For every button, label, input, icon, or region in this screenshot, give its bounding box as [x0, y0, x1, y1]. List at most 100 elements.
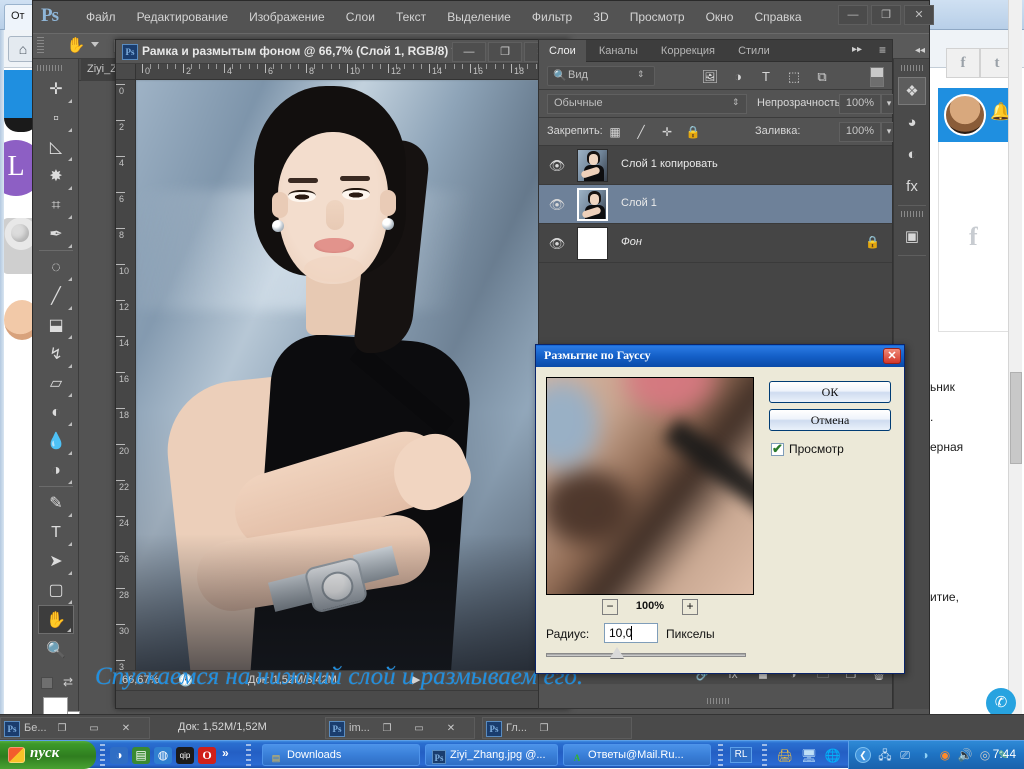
healing-brush-tool[interactable]: ◌ — [38, 253, 74, 282]
qip-quicklaunch-icon[interactable]: qip — [176, 747, 194, 764]
menu-layers[interactable]: Слои — [337, 1, 384, 33]
eraser-tool[interactable]: ▱ — [38, 369, 74, 398]
taskbar-item-photoshop[interactable]: Ps Ziyi_Zhang.jpg @... — [425, 744, 558, 766]
opera-quicklaunch-icon[interactable]: O — [198, 747, 216, 764]
dock-grip[interactable] — [901, 211, 923, 217]
table-row[interactable]: 👁 Слой 1 копировать — [539, 146, 892, 185]
tray-expand-icon[interactable]: ❮ — [855, 747, 871, 763]
restore-button[interactable]: ❐ — [372, 721, 402, 737]
shape-filter-icon[interactable]: ⬚ — [783, 68, 805, 86]
layers-dock-icon[interactable]: ❖ — [898, 77, 926, 105]
menu-help[interactable]: Справка — [746, 1, 811, 33]
language-indicator[interactable]: RL — [730, 747, 752, 763]
ps-window-strip-3[interactable]: Ps Гл... ❐ — [482, 717, 632, 739]
zoom-out-button[interactable]: − — [602, 599, 618, 615]
globe-quicklaunch-icon[interactable]: ◍ — [154, 747, 172, 764]
layer-name[interactable]: Слой 1 копировать — [621, 158, 718, 170]
type-filter-icon[interactable]: T — [755, 68, 777, 86]
pixel-filter-icon[interactable]: 🖼 — [699, 68, 721, 86]
fill-input[interactable]: 100% — [839, 122, 881, 142]
filter-toggle-switch[interactable] — [870, 67, 884, 87]
menu-select[interactable]: Выделение — [438, 1, 520, 33]
tab-styles[interactable]: Стили — [728, 40, 780, 62]
dock-collapse-icon[interactable]: ◂◂ — [915, 45, 925, 56]
swap-colors-icon[interactable]: ⇄ — [63, 675, 73, 689]
shield-tray-icon[interactable]: ◑ — [917, 747, 933, 763]
table-row[interactable]: 👁 Слой 1 — [539, 185, 892, 224]
radius-slider-thumb[interactable] — [610, 647, 624, 658]
menu-view[interactable]: Просмотр — [621, 1, 694, 33]
restore-button[interactable]: ❐ — [529, 721, 559, 737]
magic-wand-tool[interactable]: ✸ — [38, 162, 74, 191]
taskbar-separator[interactable] — [100, 744, 105, 766]
disc-tray-icon[interactable]: ◎ — [977, 747, 993, 763]
tab-channels[interactable]: Каналы — [589, 40, 648, 62]
layer-thumbnail[interactable] — [577, 149, 608, 182]
zoom-in-button[interactable]: + — [682, 599, 698, 615]
desktop-quicklaunch-icon[interactable]: ▤ — [132, 747, 150, 764]
network-tray-icon[interactable]: 🌐 — [824, 747, 842, 764]
volume-tray-icon[interactable]: 🔊 — [957, 747, 973, 763]
collapse-icon[interactable]: ▸▸ — [852, 44, 862, 55]
bell-icon[interactable]: 🔔 — [990, 102, 1011, 124]
clock[interactable]: 7:44 — [993, 747, 1016, 761]
facebook-icon[interactable]: f — [946, 48, 980, 78]
3d-dock-icon[interactable]: ▣ — [898, 223, 926, 251]
lock-position-icon[interactable]: ✛ — [657, 123, 677, 141]
menu-window[interactable]: Окно — [697, 1, 743, 33]
close-button[interactable]: ✕ — [436, 721, 466, 737]
panel-resize-area[interactable] — [539, 684, 892, 708]
blur-preview[interactable] — [546, 377, 754, 595]
layer-name[interactable]: Слой 1 — [621, 197, 657, 209]
dock-grip[interactable] — [901, 65, 923, 71]
antivirus-tray-icon[interactable]: ◉ — [937, 747, 953, 763]
hand-icon[interactable]: ✋ — [63, 37, 89, 55]
taskbar-separator[interactable] — [718, 744, 723, 766]
maximize-button[interactable]: ▭ — [404, 721, 434, 737]
path-selection-tool[interactable]: ➤ — [38, 547, 74, 576]
menu-3d[interactable]: 3D — [584, 1, 617, 33]
default-colors-icon[interactable] — [41, 677, 53, 689]
monitor-tray-icon[interactable]: ⎚ — [897, 747, 913, 763]
close-button[interactable]: ✕ — [111, 721, 141, 737]
eye-icon[interactable]: 👁 — [547, 158, 567, 174]
tab-corrections[interactable]: Коррекция — [651, 40, 725, 62]
history-brush-tool[interactable]: ↯ — [38, 340, 74, 369]
network-tray-icon[interactable]: 🖧 — [877, 747, 893, 763]
printer-tray-icon[interactable]: 🖨 — [776, 747, 794, 764]
opacity-input[interactable]: 100% — [839, 94, 881, 114]
chevron-updown-icon[interactable]: ⇕ — [732, 97, 740, 108]
close-button[interactable]: ✕ — [904, 5, 934, 25]
ps-window-strip-2[interactable]: Ps im... ❐ ▭ ✕ — [325, 717, 475, 739]
shape-tool[interactable]: ▢ — [38, 576, 74, 605]
menu-filter[interactable]: Фильтр — [523, 1, 581, 33]
browser-scrollbar[interactable] — [1008, 0, 1022, 740]
maximize-button[interactable]: ❐ — [871, 5, 901, 25]
monitor-tray-icon[interactable]: 🖥 — [800, 747, 818, 764]
smart-object-filter-icon[interactable]: ⧉ — [811, 68, 833, 86]
lock-all-icon[interactable]: 🔒 — [683, 123, 703, 141]
taskbar-item-mailru[interactable]: A Ответы@Mail.Ru... — [563, 744, 711, 766]
chevron-down-icon[interactable] — [91, 42, 99, 47]
blend-mode-select[interactable]: Обычные — [547, 94, 747, 114]
move-tool[interactable]: ✛ — [38, 75, 74, 104]
restore-button[interactable]: ❐ — [47, 721, 77, 737]
lock-transparency-icon[interactable]: ▦ — [605, 123, 625, 141]
styles-dock-icon[interactable]: fx — [898, 173, 926, 201]
ps-window-strip-1[interactable]: Ps Бе... ❐ ▭ ✕ — [0, 717, 150, 739]
lasso-tool[interactable]: ◺ — [38, 133, 74, 162]
type-tool[interactable]: T — [38, 518, 74, 547]
dodge-tool[interactable]: ◑ — [38, 456, 74, 485]
pen-tool[interactable]: ✎ — [38, 489, 74, 518]
scrollbar-thumb[interactable] — [1010, 372, 1022, 464]
document-maximize-button[interactable]: ❐ — [488, 42, 522, 62]
minimize-button[interactable]: — — [838, 5, 868, 25]
hand-tool[interactable]: ✋ — [38, 605, 74, 634]
toolbox-grip[interactable] — [37, 65, 63, 71]
layer-thumbnail[interactable] — [577, 227, 608, 260]
layer-thumbnail[interactable] — [577, 188, 608, 221]
taskbar-separator[interactable] — [246, 744, 251, 766]
crop-tool[interactable]: ⌗ — [38, 191, 74, 220]
canvas[interactable] — [136, 80, 569, 684]
taskbar-separator[interactable] — [762, 744, 767, 766]
